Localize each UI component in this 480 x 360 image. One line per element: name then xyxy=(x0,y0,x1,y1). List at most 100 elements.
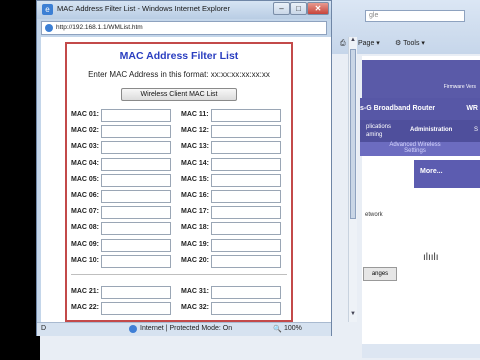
mac-label: MAC 06: xyxy=(71,192,100,199)
mac-address-input[interactable] xyxy=(211,206,281,220)
router-title-bar: s-G Broadband Router WR xyxy=(360,98,480,120)
mac-address-input[interactable] xyxy=(101,157,171,171)
mac-filter-popup-window: e MAC Address Filter List - Windows Inte… xyxy=(36,0,357,336)
gear-icon: ⚙ xyxy=(395,40,402,47)
mac-row: MAC 06: xyxy=(71,190,181,204)
address-bar[interactable]: http://192.168.1.1/WMList.htm xyxy=(41,21,327,35)
mac-label: MAC 31: xyxy=(181,288,210,295)
more-box[interactable]: More... xyxy=(414,160,480,188)
close-button[interactable]: ✕ xyxy=(307,2,329,15)
mac-row: MAC 31: xyxy=(181,286,291,300)
address-url: http://192.168.1.1/WMList.htm xyxy=(56,24,143,31)
status-left: D xyxy=(41,325,47,332)
page-content: MAC Address Filter List Enter MAC Addres… xyxy=(41,37,331,322)
mac-label: MAC 03: xyxy=(71,143,100,151)
ie-icon: e xyxy=(42,4,53,15)
scroll-up-arrow-icon[interactable]: ▲ xyxy=(349,37,357,47)
mac-row: MAC 15: xyxy=(181,173,291,188)
mac-address-input[interactable] xyxy=(101,222,171,236)
mac-address-input[interactable] xyxy=(101,254,171,268)
mac-address-input[interactable] xyxy=(101,286,171,299)
mac-address-input[interactable] xyxy=(211,109,281,122)
mac-label: MAC 13: xyxy=(181,143,210,151)
mac-row: MAC 32: xyxy=(181,302,291,316)
mac-row: MAC 07: xyxy=(71,206,181,220)
mac-row: MAC 11: xyxy=(181,109,291,123)
mac-label: MAC 19: xyxy=(181,240,210,248)
wireless-client-mac-list-button[interactable]: Wireless Client MAC List xyxy=(121,88,237,101)
firmware-version: Firmware Vers xyxy=(443,84,476,90)
mac-address-input[interactable] xyxy=(101,206,171,220)
globe-icon xyxy=(129,325,137,333)
mac-address-input[interactable] xyxy=(101,109,171,122)
zoom-icon[interactable]: 🔍 xyxy=(273,325,282,333)
page-menu[interactable]: Page ▾ xyxy=(358,37,380,50)
print-icon[interactable]: ⎙ xyxy=(340,37,346,50)
mac-address-input[interactable] xyxy=(211,286,281,299)
mac-row: MAC 14: xyxy=(181,157,291,172)
mac-label: MAC 14: xyxy=(181,159,210,167)
mac-address-input[interactable] xyxy=(211,125,281,139)
mac-row: MAC 22: xyxy=(71,302,181,316)
page-title: MAC Address Filter List xyxy=(119,50,239,62)
mac-address-input[interactable] xyxy=(211,157,281,171)
nav-applications-gaming[interactable]: plications aming xyxy=(366,123,400,139)
mac-row: MAC 16: xyxy=(181,190,291,204)
mac-label: MAC 18: xyxy=(181,224,210,232)
mac-address-input[interactable] xyxy=(211,254,281,268)
format-instructions: Enter MAC Address in this format: xx:xx:… xyxy=(88,70,270,79)
mac-address-input[interactable] xyxy=(101,302,171,316)
subnav-advanced-wireless[interactable]: Advanced Wireless Settings xyxy=(385,142,445,154)
router-subnav: Advanced Wireless Settings xyxy=(360,142,480,156)
mac-address-input[interactable] xyxy=(211,141,281,155)
maximize-button[interactable]: □ xyxy=(290,2,307,15)
mac-address-input[interactable] xyxy=(101,173,171,187)
nav-status[interactable]: S xyxy=(474,127,478,133)
mac-address-input[interactable] xyxy=(101,141,171,155)
scroll-thumb[interactable] xyxy=(350,49,356,219)
mac-label: MAC 04: xyxy=(71,159,100,167)
mac-label: MAC 01: xyxy=(71,111,100,118)
mac-row: MAC 19: xyxy=(181,238,291,253)
mac-label: MAC 10: xyxy=(71,256,100,264)
mac-row: MAC 10: xyxy=(71,254,181,269)
mac-row: MAC 12: xyxy=(181,125,291,139)
vertical-scrollbar[interactable]: ▲ ▼ xyxy=(348,37,357,322)
mac-label: MAC 21: xyxy=(71,288,100,295)
mac-row: MAC 08: xyxy=(71,222,181,236)
router-model: WR xyxy=(466,105,478,112)
cisco-logo: ılıılı xyxy=(423,252,439,263)
nav-administration[interactable]: Administration xyxy=(410,127,452,133)
security-zone: Internet | Protected Mode: On xyxy=(140,325,233,332)
background-search-box[interactable]: gle xyxy=(365,10,465,22)
mac-address-input[interactable] xyxy=(101,125,171,139)
mac-label: MAC 15: xyxy=(181,175,210,183)
mac-address-input[interactable] xyxy=(211,173,281,187)
mac-row: MAC 13: xyxy=(181,141,291,155)
mac-address-input[interactable] xyxy=(211,302,281,316)
mac-label: MAC 09: xyxy=(71,240,100,248)
mac-row: MAC 21: xyxy=(71,286,181,300)
mac-address-input[interactable] xyxy=(101,190,171,203)
save-changes-button[interactable]: anges xyxy=(363,267,397,281)
title-bar[interactable]: e MAC Address Filter List - Windows Inte… xyxy=(37,1,331,19)
mac-label: MAC 17: xyxy=(181,208,210,216)
mac-label: MAC 02: xyxy=(71,127,100,135)
mac-row: MAC 20: xyxy=(181,254,291,269)
minimize-button[interactable]: – xyxy=(273,2,290,15)
mac-address-input[interactable] xyxy=(101,238,171,252)
mac-label: MAC 16: xyxy=(181,192,210,199)
zoom-level[interactable]: 100% xyxy=(284,325,302,332)
tools-menu[interactable]: ⚙ Tools ▾ xyxy=(395,37,425,50)
mac-label: MAC 08: xyxy=(71,224,100,232)
mac-address-input[interactable] xyxy=(211,238,281,252)
router-header: Firmware Vers xyxy=(362,60,480,100)
status-bar: D Internet | Protected Mode: On 🔍 100% xyxy=(37,322,331,336)
mac-label: MAC 22: xyxy=(71,304,100,312)
mac-row: MAC 04: xyxy=(71,157,181,172)
scroll-down-arrow-icon[interactable]: ▼ xyxy=(349,311,357,321)
mac-address-input[interactable] xyxy=(211,222,281,236)
mac-label: MAC 05: xyxy=(71,175,100,183)
window-title: MAC Address Filter List - Windows Intern… xyxy=(57,4,230,13)
mac-address-input[interactable] xyxy=(211,190,281,203)
